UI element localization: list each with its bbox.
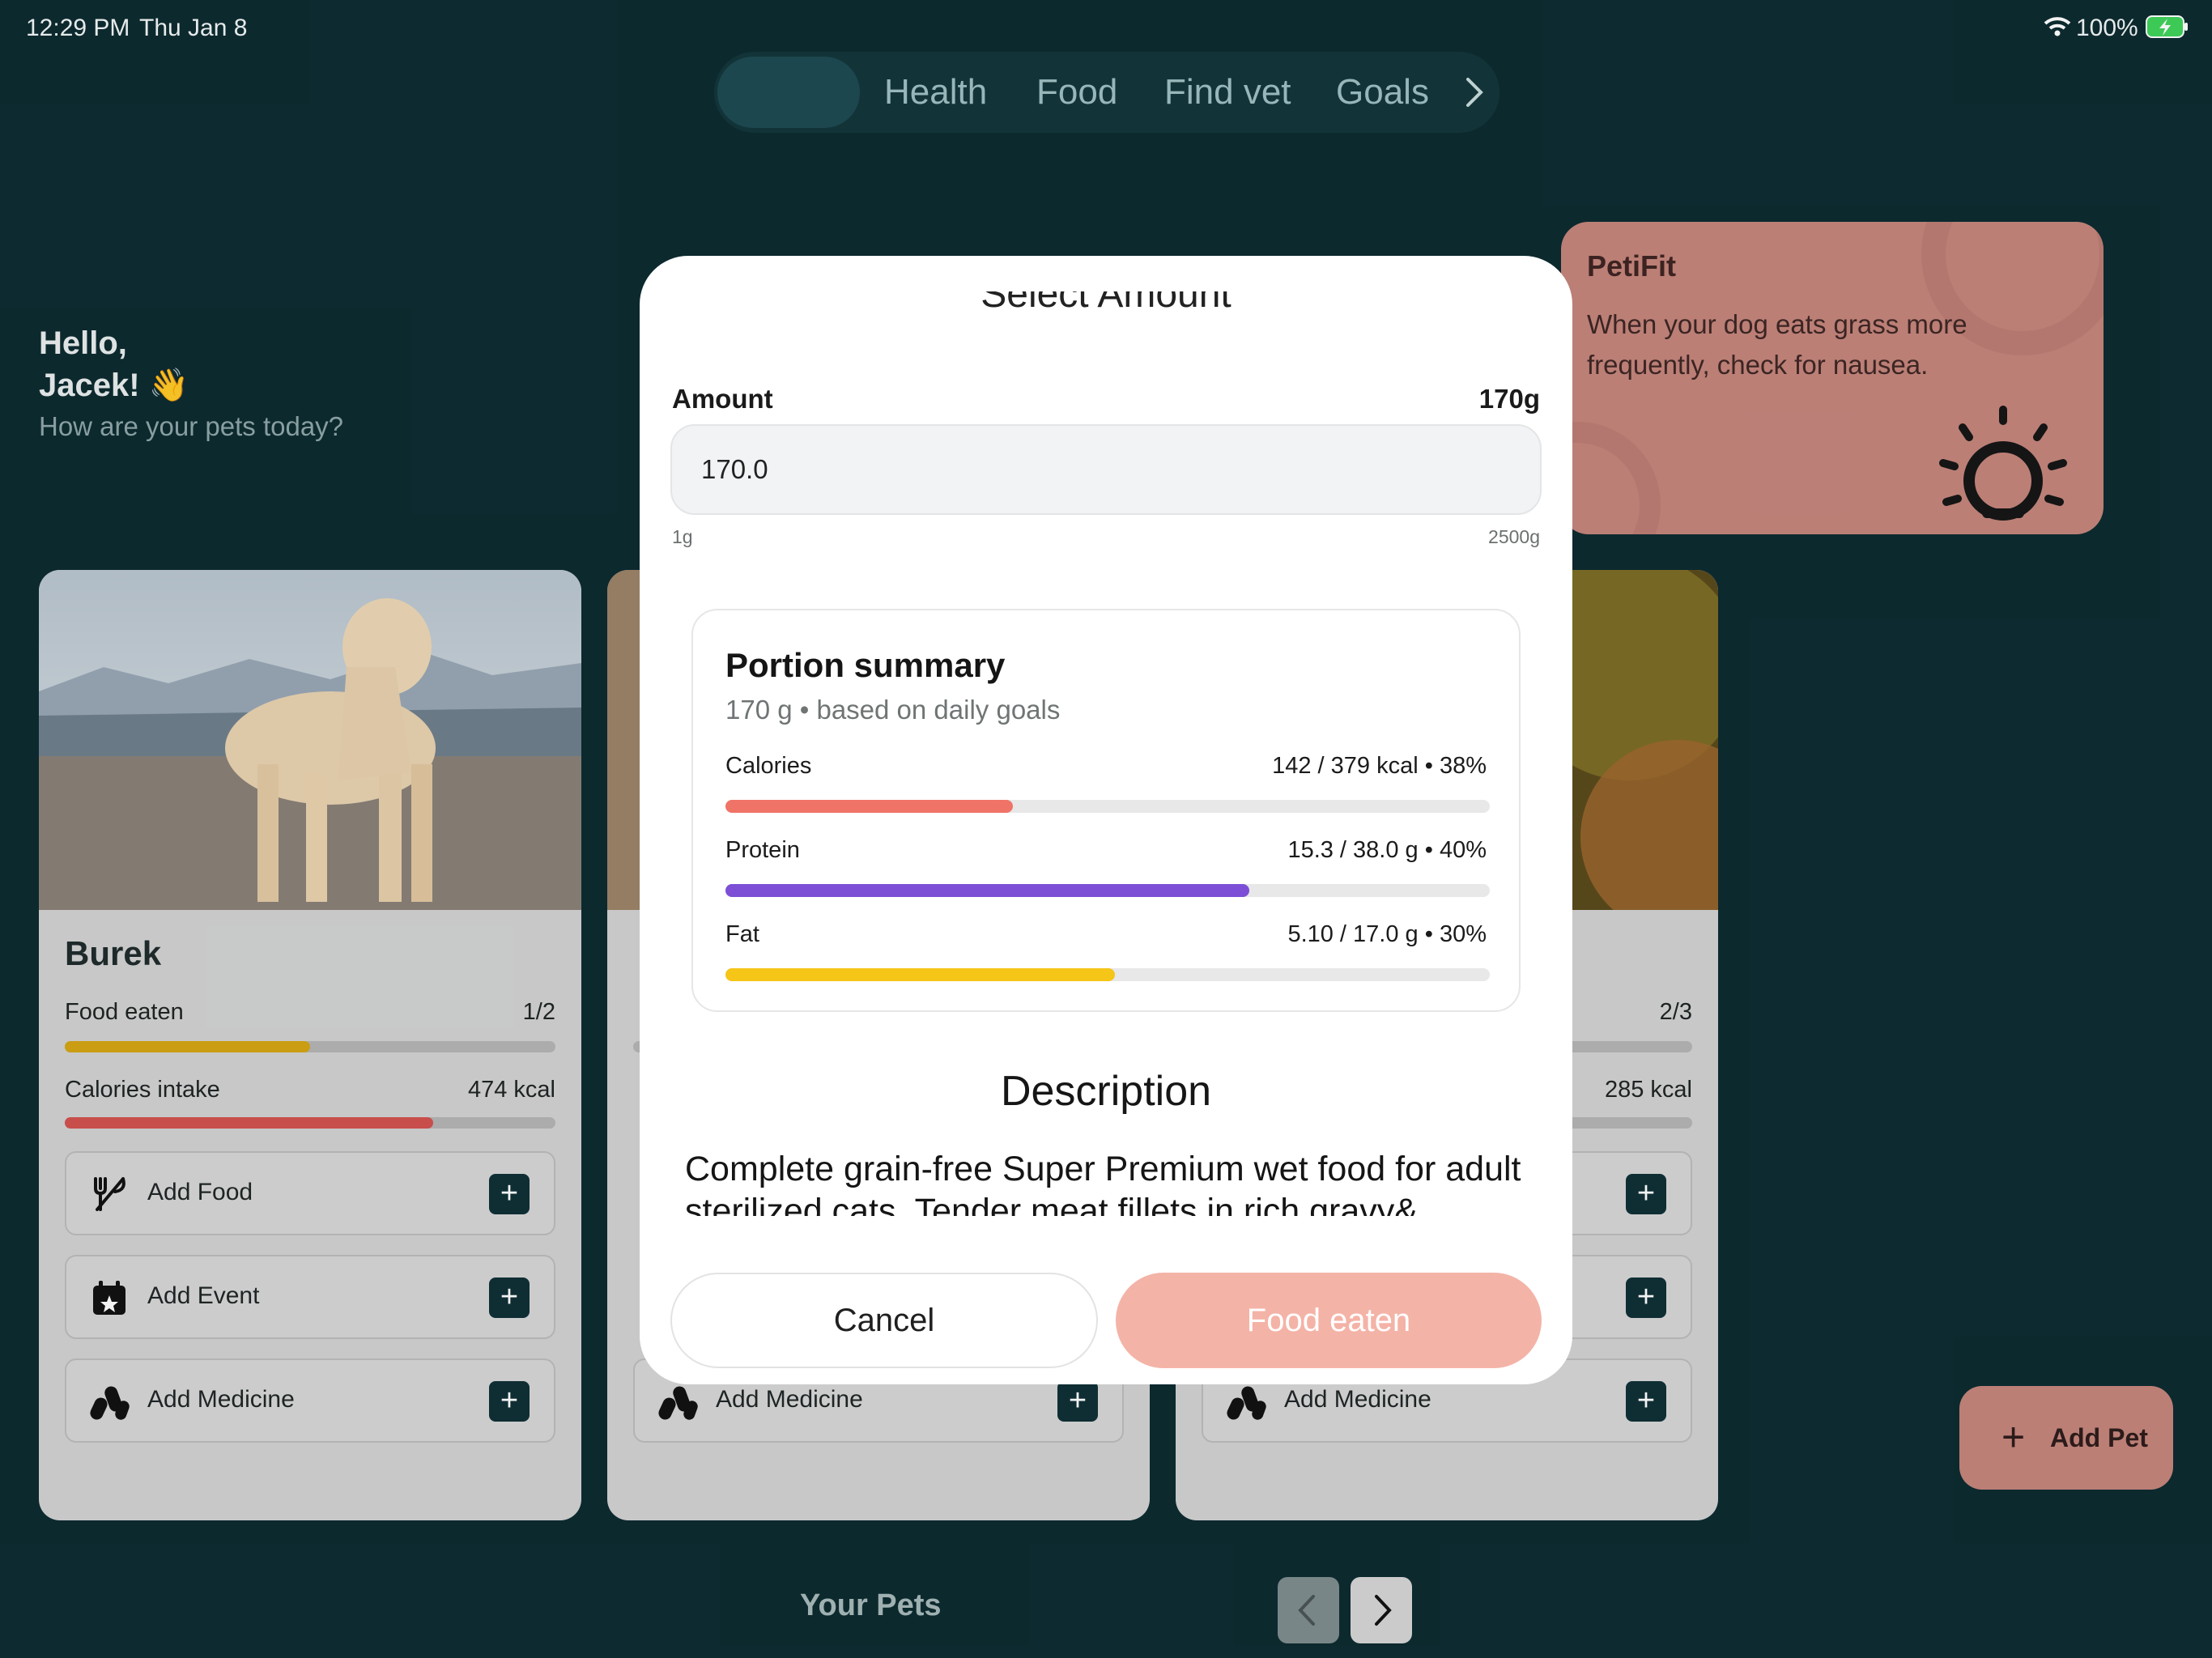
metric-bar-fill-protein — [725, 884, 1249, 897]
amount-input[interactable]: 170.0 — [670, 424, 1542, 515]
modal-title: Select Amount — [640, 291, 1572, 309]
select-amount-modal: Select Amount Amount 170g 170.0 1g 2500g… — [640, 256, 1572, 1384]
metric-label-calories: Calories — [725, 753, 812, 779]
metric-label-fat: Fat — [725, 921, 759, 947]
metric-bar-protein — [725, 884, 1490, 897]
portion-summary-subtitle: 170 g • based on daily goals — [725, 695, 1061, 725]
portion-summary-title: Portion summary — [725, 646, 1006, 684]
cancel-button[interactable]: Cancel — [670, 1273, 1098, 1368]
amount-min-label: 1g — [672, 526, 693, 547]
metric-value-protein: 15.3 / 38.0 g • 40% — [1287, 837, 1487, 863]
metric-value-fat: 5.10 / 17.0 g • 30% — [1287, 921, 1487, 947]
amount-label: Amount — [672, 384, 773, 414]
amount-max-label: 2500g — [1488, 526, 1540, 547]
description-scroll[interactable]: Complete grain-free Super Premium wet fo… — [685, 1148, 1535, 1216]
description-heading: Description — [1000, 1068, 1212, 1115]
metric-bar-fill-fat — [725, 968, 1116, 981]
metric-label-protein: Protein — [725, 837, 800, 863]
food-eaten-button[interactable]: Food eaten — [1116, 1273, 1542, 1368]
portion-summary-card: Portion summary 170 g • based on daily g… — [691, 609, 1521, 1012]
amount-value: 170g — [1478, 384, 1540, 414]
metric-value-calories: 142 / 379 kcal • 38% — [1272, 753, 1487, 779]
metric-bar-fill-calories — [725, 800, 1013, 813]
metric-bar-fat — [725, 968, 1490, 981]
description-text: Complete grain-free Super Premium wet fo… — [685, 1150, 1521, 1216]
metric-bar-calories — [725, 800, 1490, 813]
